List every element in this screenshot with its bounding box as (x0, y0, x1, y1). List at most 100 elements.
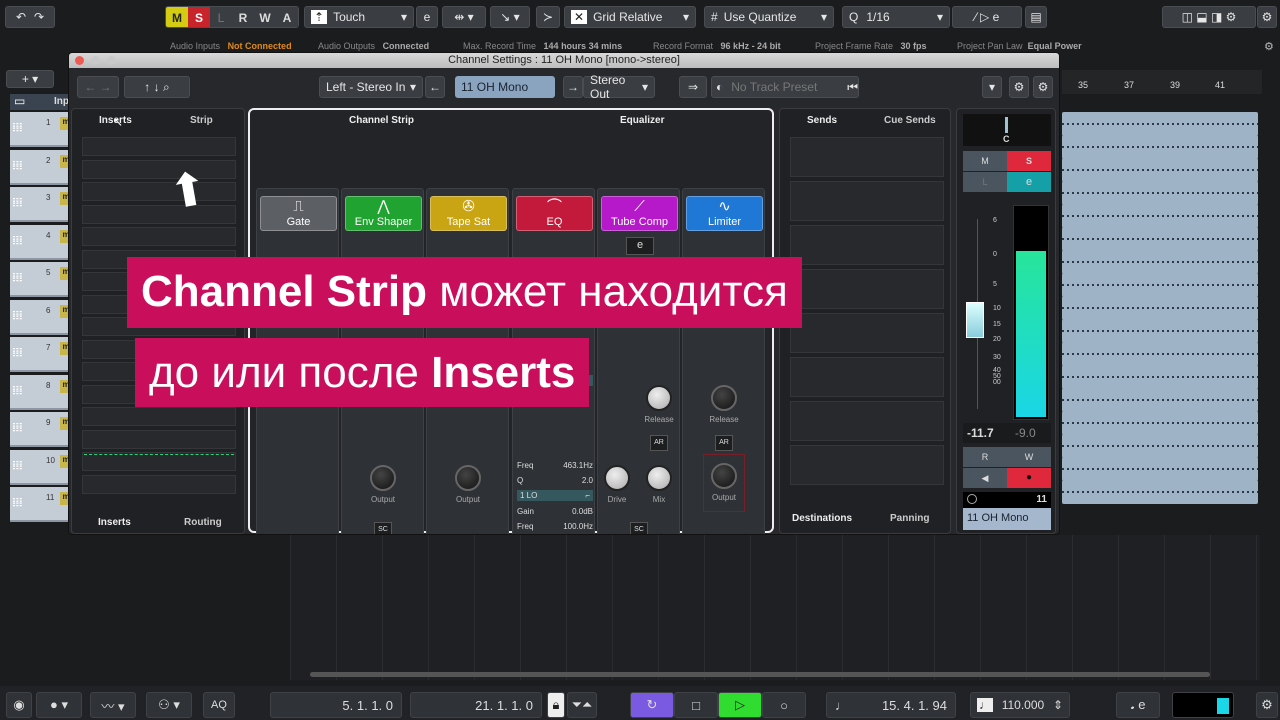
tab-panning[interactable]: Panning (890, 513, 929, 524)
audio-event[interactable] (1062, 181, 1258, 205)
monitor-button[interactable]: ◀ (963, 468, 1007, 488)
volume-value[interactable]: -11.7 (967, 426, 994, 440)
audio-event[interactable] (1062, 457, 1258, 481)
status-settings-icon[interactable]: ⚙ (1264, 40, 1274, 53)
record-enable-button[interactable]: ● (1007, 468, 1051, 488)
tab-routing[interactable]: Routing (184, 517, 222, 528)
audio-event[interactable] (1062, 342, 1258, 366)
add-track-button[interactable]: + ▾ (6, 70, 54, 88)
insert-slot[interactable] (82, 227, 236, 246)
prev-next-channel[interactable]: ← → (77, 76, 119, 98)
close-button[interactable] (75, 56, 84, 65)
input-routing-select[interactable]: Left - Stereo In ▾ (319, 76, 423, 98)
auto-release-button[interactable]: AR (715, 435, 733, 451)
drag-tool-select[interactable]: ↘ ▾ (490, 6, 530, 28)
edit-channel-button[interactable]: e (1007, 172, 1051, 192)
track-preset-field[interactable]: ◐ No Track Preset ⏮ (711, 76, 859, 98)
insert-slot[interactable] (82, 429, 236, 449)
module-header-button[interactable]: ⎍ Gate (260, 196, 337, 231)
play-button[interactable]: ▷ (718, 692, 762, 718)
track-row[interactable]: 𝍖 4 m (10, 224, 72, 260)
send-slot[interactable] (790, 313, 944, 353)
metronome-buttons[interactable]: 𝅘 e (1116, 692, 1160, 718)
snap-toggle[interactable]: ≻ (536, 6, 560, 28)
tempo-display[interactable]: ♩ 110.000 ⇕ (970, 692, 1070, 718)
midi-mode-select[interactable]: ⚇ ▾ (146, 692, 192, 718)
output-routing-select[interactable]: Stereo Out ▾ (583, 73, 655, 101)
audio-event[interactable] (1062, 365, 1258, 389)
track-row[interactable]: 𝍖 9 m (10, 412, 72, 447)
audio-event[interactable] (1062, 273, 1258, 297)
menu-dropdown[interactable]: ▾ (982, 76, 1002, 98)
track-row[interactable]: 𝍖 8 m (10, 374, 72, 410)
eq-band-1-header[interactable]: 1 LO ⌐ (517, 490, 593, 501)
audio-event[interactable] (1062, 388, 1258, 412)
audio-event[interactable] (1062, 319, 1258, 343)
knob[interactable] (646, 465, 672, 491)
tab-inserts-bottom[interactable]: Inserts (98, 517, 131, 528)
audio-event[interactable] (1062, 204, 1258, 228)
track-row[interactable]: 𝍖 11 m (10, 487, 72, 522)
send-slot[interactable] (790, 225, 944, 265)
lock-icon[interactable]: 🔒︎ (547, 692, 565, 718)
insert-slot[interactable] (82, 137, 236, 156)
module-header-button[interactable]: ✇ Tape Sat (430, 196, 507, 231)
channel-name-label[interactable]: 11 OH Mono (963, 508, 1051, 530)
insert-slot[interactable] (82, 204, 236, 224)
write-automation-button[interactable]: W (1007, 447, 1051, 467)
eq-param-row[interactable]: Gain 0.0dB (517, 507, 593, 516)
send-slot[interactable] (790, 357, 944, 397)
edit-plugin-button[interactable]: e (626, 237, 654, 255)
align-button[interactable]: ▤ (1025, 6, 1047, 28)
listen-button[interactable]: L (210, 7, 232, 27)
tab-sends[interactable]: Sends (807, 115, 837, 126)
window-settings-icon[interactable]: ⚙ (1009, 76, 1029, 98)
write-button[interactable]: W (254, 7, 276, 27)
track-row[interactable]: 𝍖 3 m (10, 187, 72, 222)
audio-event[interactable] (1062, 434, 1258, 458)
send-slot[interactable] (790, 445, 944, 485)
insert-slot[interactable] (82, 407, 236, 426)
channel-name-field[interactable]: 11 OH Mono (455, 76, 555, 98)
horizontal-scrollbar[interactable] (310, 672, 1210, 677)
tab-cue-sends[interactable]: Cue Sends (884, 115, 936, 126)
mute-button[interactable]: M (963, 151, 1007, 171)
knob[interactable] (711, 463, 737, 489)
position-display[interactable]: ♩ 15. 4. 1. 94 (826, 692, 956, 718)
transport-settings-icon[interactable]: ⚙ (1256, 692, 1278, 718)
tab-channel-strip[interactable]: Channel Strip (349, 115, 414, 126)
track-row[interactable]: 𝍖 2 m (10, 149, 72, 185)
solo-all-button[interactable]: S (188, 7, 210, 27)
tab-strip[interactable]: Strip (190, 115, 213, 126)
eq-param-row[interactable]: Freq 100.0Hz (517, 522, 593, 531)
track-row[interactable]: 𝍖 6 m (10, 299, 72, 335)
locator-buttons[interactable]: ⏷⏶ (567, 692, 597, 718)
redo-icon[interactable]: ↷ (34, 10, 44, 24)
knob[interactable] (370, 465, 396, 491)
knob[interactable] (646, 385, 672, 411)
eq-param-row[interactable]: Freq 463.1Hz (517, 461, 593, 470)
send-slot[interactable] (790, 269, 944, 309)
constrain-delay-icon[interactable]: ◉ (6, 692, 32, 718)
pan-control[interactable]: C (963, 114, 1051, 146)
edit-button[interactable]: e (416, 6, 438, 28)
tool-select[interactable]: ⇹ ▾ (442, 6, 486, 28)
knob[interactable] (455, 465, 481, 491)
audio-event[interactable] (1062, 135, 1258, 159)
sidechain-button[interactable]: SC (630, 522, 648, 534)
output-chain-button[interactable]: ⇒ (679, 76, 707, 98)
send-slot[interactable] (790, 181, 944, 221)
window-layout-buttons[interactable]: ◫ ⬓ ◨ ⚙ (1162, 6, 1256, 28)
solo-button[interactable]: S (1007, 151, 1051, 171)
track-row[interactable]: 𝍖 5 m (10, 262, 72, 297)
module-header-button[interactable]: ⌒ EQ (516, 196, 593, 231)
zoom-button[interactable] (107, 56, 116, 65)
all-button[interactable]: A (276, 7, 298, 27)
stop-button[interactable]: □ (674, 692, 718, 718)
track-row[interactable]: 𝍖 7 m (10, 337, 72, 372)
tab-destinations[interactable]: Destinations (792, 513, 852, 524)
settings-icon[interactable]: ⚙ (1257, 6, 1277, 28)
audio-mode-select[interactable]: 〰 ▾ (90, 692, 136, 718)
peak-value[interactable]: -9.0 (1015, 426, 1036, 440)
audio-event[interactable] (1062, 227, 1258, 251)
